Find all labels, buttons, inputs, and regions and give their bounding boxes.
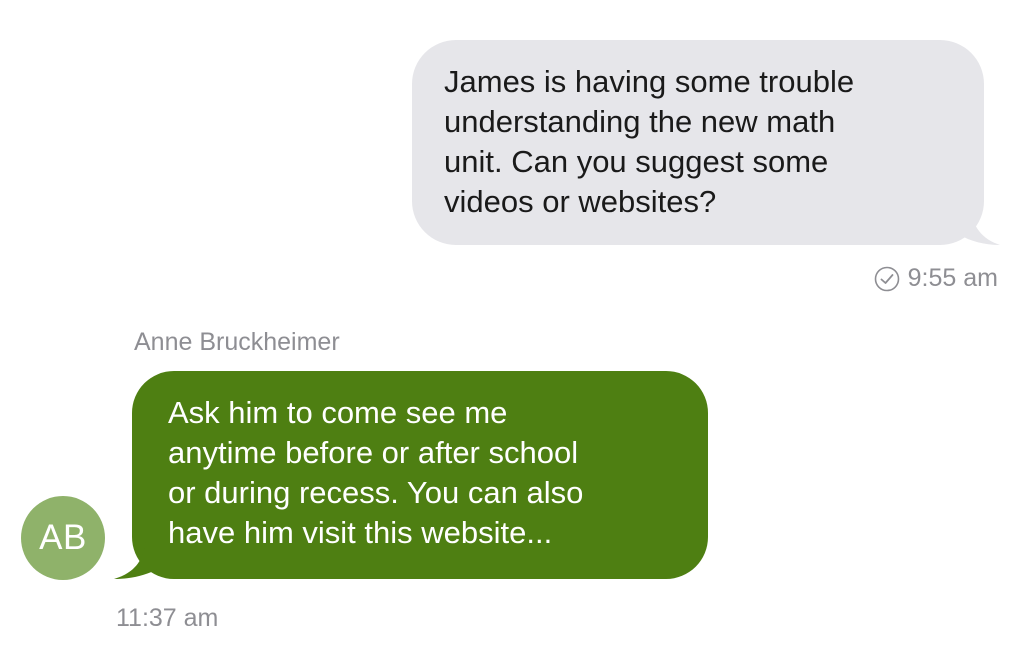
incoming-message-time: 11:37 am: [116, 604, 219, 632]
outgoing-message-time: 9:55 am: [907, 264, 998, 292]
outgoing-message-bubble[interactable]: James is having some trouble understandi…: [412, 40, 1000, 245]
chat-thread: James is having some trouble understandi…: [0, 0, 1024, 668]
incoming-message-bubble[interactable]: Ask him to come see me anytime before or…: [114, 371, 708, 579]
outgoing-message-meta: 9:55 am: [874, 264, 998, 293]
avatar[interactable]: AB: [21, 496, 105, 580]
check-circle-icon: [874, 266, 900, 292]
bubble-tail: [960, 205, 1000, 245]
outgoing-message-text: James is having some trouble understandi…: [444, 64, 855, 219]
sender-name: Anne Bruckheimer: [134, 328, 340, 356]
incoming-message-text: Ask him to come see me anytime before or…: [168, 395, 584, 550]
bubble-tail: [114, 539, 158, 579]
